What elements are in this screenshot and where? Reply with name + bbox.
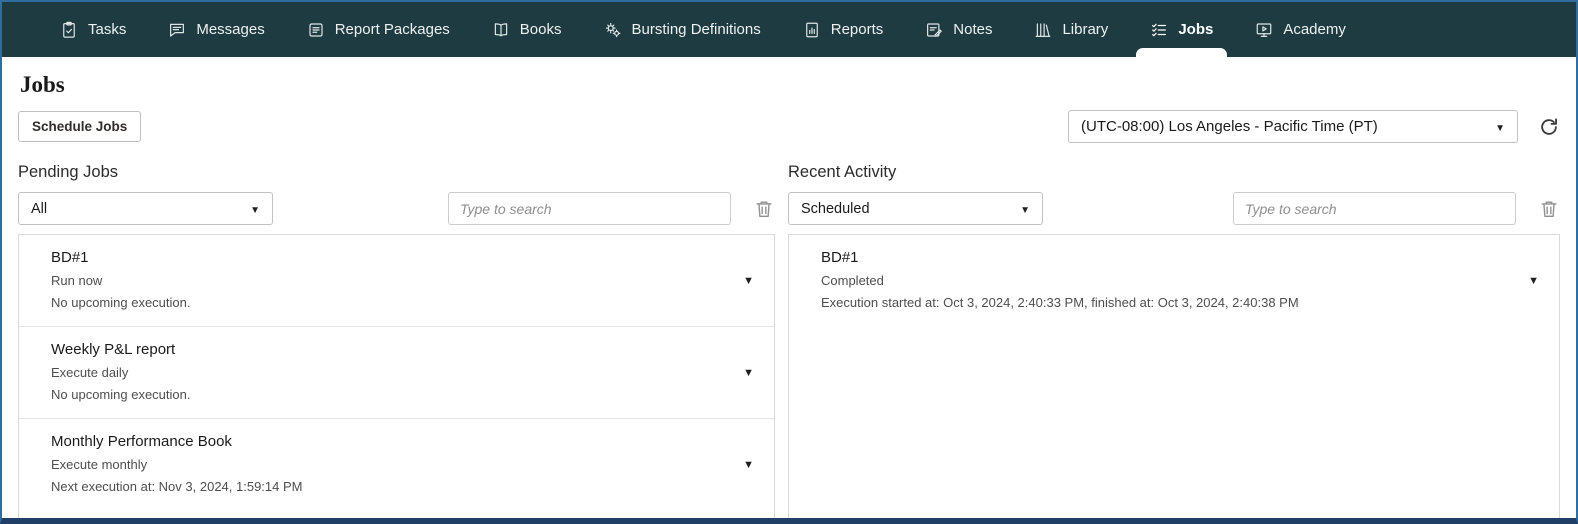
nav-item-label: Jobs bbox=[1178, 21, 1213, 38]
job-actions-caret[interactable] bbox=[743, 271, 754, 289]
notes-icon bbox=[925, 21, 943, 39]
nav-item-books[interactable]: Books bbox=[492, 2, 562, 57]
recent-filter-value: Scheduled bbox=[801, 201, 870, 217]
nav-item-bursting-definitions[interactable]: Bursting Definitions bbox=[604, 2, 761, 57]
recent-activity-heading: Recent Activity bbox=[788, 163, 1560, 182]
chevron-down-icon bbox=[250, 201, 260, 217]
job-schedule: Execute monthly bbox=[51, 457, 730, 472]
job-actions-caret[interactable] bbox=[743, 363, 754, 381]
pending-jobs-list: BD#1 Run now No upcoming execution. Week… bbox=[18, 234, 775, 522]
books-icon bbox=[492, 21, 510, 39]
app-window: Tasks Messages Report Packages Books Bur bbox=[0, 0, 1578, 524]
timezone-value: (UTC-08:00) Los Angeles - Pacific Time (… bbox=[1081, 118, 1378, 135]
job-status: Completed bbox=[821, 273, 1515, 288]
nav-item-academy[interactable]: Academy bbox=[1255, 2, 1346, 57]
job-row: BD#1 Completed Execution started at: Oct… bbox=[789, 235, 1559, 326]
chevron-down-icon bbox=[1020, 201, 1030, 217]
job-name: BD#1 bbox=[51, 249, 730, 266]
job-name: Monthly Performance Book bbox=[51, 433, 730, 450]
nav-item-label: Tasks bbox=[88, 21, 126, 38]
toolbar: Schedule Jobs (UTC-08:00) Los Angeles - … bbox=[18, 110, 1560, 143]
job-name: Weekly P&L report bbox=[51, 341, 730, 358]
nav-item-library[interactable]: Library bbox=[1034, 2, 1108, 57]
recent-activity-list: BD#1 Completed Execution started at: Oct… bbox=[788, 234, 1560, 522]
tasks-icon bbox=[60, 21, 78, 39]
job-detail: Next execution at: Nov 3, 2024, 1:59:14 … bbox=[51, 479, 730, 494]
nav-item-label: Library bbox=[1062, 21, 1108, 38]
recent-search-input[interactable] bbox=[1233, 192, 1516, 225]
panels: Pending Jobs All BD#1 Run now No bbox=[18, 163, 1560, 522]
recent-filter-row: Scheduled bbox=[788, 192, 1560, 225]
nav-item-jobs[interactable]: Jobs bbox=[1150, 2, 1213, 57]
job-schedule: Execute daily bbox=[51, 365, 730, 380]
reports-icon bbox=[803, 21, 821, 39]
job-row: BD#1 Run now No upcoming execution. bbox=[19, 235, 774, 327]
trash-icon bbox=[753, 198, 775, 220]
jobs-icon bbox=[1150, 21, 1168, 39]
schedule-jobs-button[interactable]: Schedule Jobs bbox=[18, 111, 141, 142]
nav-item-reports[interactable]: Reports bbox=[803, 2, 884, 57]
nav-item-label: Report Packages bbox=[335, 21, 450, 38]
job-row: Weekly P&L report Execute daily No upcom… bbox=[19, 327, 774, 419]
job-detail: Execution started at: Oct 3, 2024, 2:40:… bbox=[821, 295, 1515, 310]
nav-item-label: Books bbox=[520, 21, 562, 38]
pending-filter-select[interactable]: All bbox=[18, 192, 273, 225]
pending-delete-button[interactable] bbox=[753, 198, 775, 220]
recent-activity-panel: Recent Activity Scheduled BD#1 Completed bbox=[788, 163, 1560, 522]
job-actions-caret[interactable] bbox=[1528, 271, 1539, 289]
top-navigation: Tasks Messages Report Packages Books Bur bbox=[2, 2, 1576, 57]
timezone-select[interactable]: (UTC-08:00) Los Angeles - Pacific Time (… bbox=[1068, 110, 1518, 143]
pending-filter-row: All bbox=[18, 192, 775, 225]
nav-item-label: Messages bbox=[196, 21, 264, 38]
job-name: BD#1 bbox=[821, 249, 1515, 266]
pending-jobs-heading: Pending Jobs bbox=[18, 163, 775, 182]
chevron-down-icon bbox=[1495, 118, 1505, 135]
pending-jobs-panel: Pending Jobs All BD#1 Run now No bbox=[18, 163, 775, 522]
job-actions-caret[interactable] bbox=[743, 455, 754, 473]
academy-icon bbox=[1255, 21, 1273, 39]
jobs-page: Jobs Schedule Jobs (UTC-08:00) Los Angel… bbox=[2, 72, 1576, 522]
recent-delete-button[interactable] bbox=[1538, 198, 1560, 220]
bursting-definitions-icon bbox=[604, 21, 622, 39]
job-row: Monthly Performance Book Execute monthly… bbox=[19, 419, 774, 510]
job-detail: No upcoming execution. bbox=[51, 387, 730, 402]
nav-item-report-packages[interactable]: Report Packages bbox=[307, 2, 450, 57]
nav-item-label: Academy bbox=[1283, 21, 1346, 38]
nav-item-tasks[interactable]: Tasks bbox=[60, 2, 126, 57]
nav-item-notes[interactable]: Notes bbox=[925, 2, 992, 57]
recent-filter-select[interactable]: Scheduled bbox=[788, 192, 1043, 225]
nav-item-label: Notes bbox=[953, 21, 992, 38]
page-title: Jobs bbox=[20, 72, 1560, 98]
nav-item-messages[interactable]: Messages bbox=[168, 2, 264, 57]
refresh-button[interactable] bbox=[1538, 116, 1560, 138]
job-schedule: Run now bbox=[51, 273, 730, 288]
pending-search-input[interactable] bbox=[448, 192, 731, 225]
library-icon bbox=[1034, 21, 1052, 39]
nav-item-label: Reports bbox=[831, 21, 884, 38]
job-detail: No upcoming execution. bbox=[51, 295, 730, 310]
trash-icon bbox=[1538, 198, 1560, 220]
nav-item-label: Bursting Definitions bbox=[632, 21, 761, 38]
refresh-icon bbox=[1538, 116, 1560, 138]
messages-icon bbox=[168, 21, 186, 39]
report-packages-icon bbox=[307, 21, 325, 39]
pending-filter-value: All bbox=[31, 201, 47, 217]
